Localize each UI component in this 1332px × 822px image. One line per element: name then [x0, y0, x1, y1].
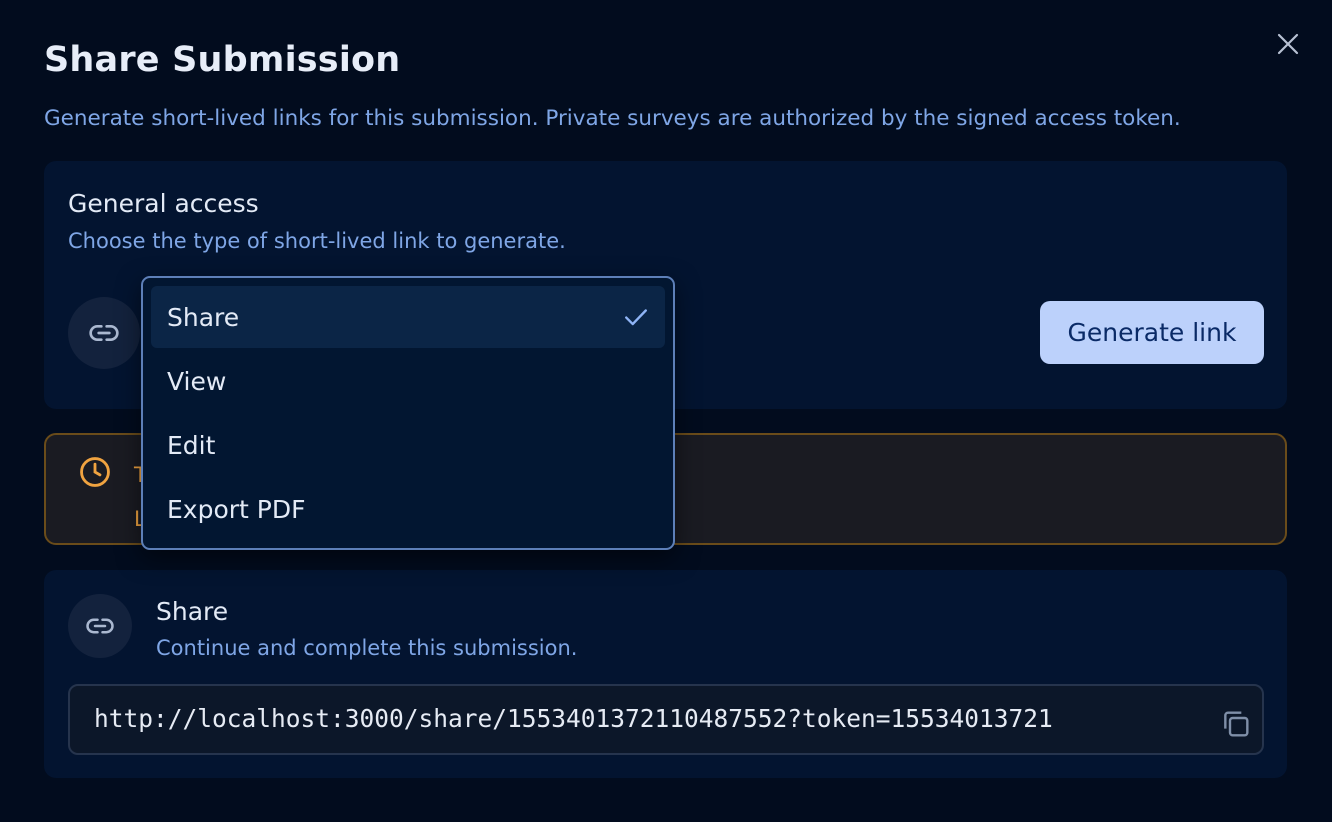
check-icon: [625, 309, 647, 326]
dropdown-option-view[interactable]: View: [151, 350, 665, 412]
link-icon: [86, 618, 114, 634]
dropdown-option-edit[interactable]: Edit: [151, 414, 665, 476]
copy-url-button[interactable]: [1218, 706, 1254, 742]
dropdown-option-share[interactable]: Share: [151, 286, 665, 348]
dropdown-option-export-pdf[interactable]: Export PDF: [151, 478, 665, 540]
general-access-description: Choose the type of short-lived link to g…: [68, 229, 566, 253]
dropdown-option-label: Export PDF: [167, 494, 306, 524]
share-url-field[interactable]: http://localhost:3000/share/155340137211…: [68, 684, 1264, 755]
copy-icon: [1224, 711, 1249, 737]
dialog-subtitle: Generate short-lived links for this subm…: [44, 106, 1181, 131]
share-url-text[interactable]: http://localhost:3000/share/155340137211…: [94, 704, 1186, 733]
clock-icon: [80, 457, 110, 487]
close-button[interactable]: [1272, 28, 1304, 60]
close-icon: [1277, 33, 1299, 55]
general-access-heading: General access: [68, 189, 259, 218]
dialog-title: Share Submission: [44, 40, 401, 80]
dropdown-option-label: Edit: [167, 430, 216, 460]
link-type-dropdown: Share View Edit Export PDF: [141, 276, 675, 550]
link-icon: [89, 325, 119, 341]
share-submission-dialog: Share Submission Generate short-lived li…: [0, 0, 1332, 822]
share-link-description: Continue and complete this submission.: [156, 636, 578, 660]
share-link-icon-badge: [68, 594, 132, 658]
dropdown-option-label: View: [167, 366, 227, 396]
share-link-card: Share Continue and complete this submiss…: [44, 570, 1287, 778]
dropdown-option-label: Share: [167, 302, 240, 332]
link-type-icon-badge: [68, 297, 140, 369]
share-link-heading: Share: [156, 597, 229, 626]
generate-link-button[interactable]: Generate link: [1040, 301, 1264, 364]
